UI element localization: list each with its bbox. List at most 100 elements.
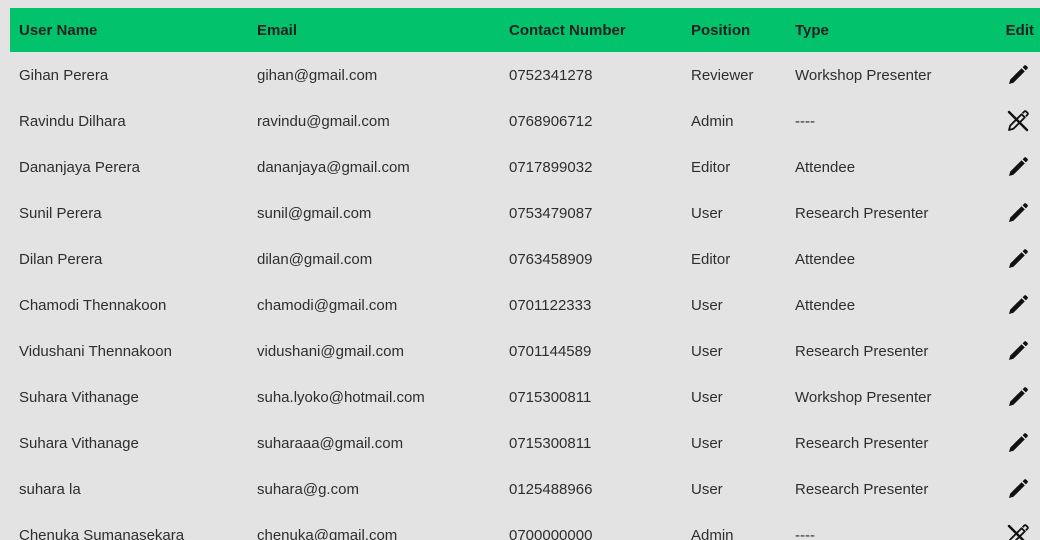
email-cell: chamodi@gmail.com <box>257 296 398 314</box>
edit-cell <box>992 236 1040 282</box>
email-cell: suhara@g.com <box>257 480 359 498</box>
user-name-cell: Gihan Perera <box>19 66 109 84</box>
position-cell: Admin <box>691 526 734 540</box>
position-cell: Editor <box>691 158 731 176</box>
position-cell: Editor <box>691 250 731 268</box>
users-page: User Name Email Contact Number Position … <box>0 0 1040 540</box>
edit-button[interactable] <box>1006 523 1030 540</box>
column-header-email: Email <box>257 21 298 39</box>
pencil-off-icon <box>1006 109 1030 133</box>
table-row: Vidushani Thennakoon vidushani@gmail.com 0… <box>10 328 1040 374</box>
table-row: Dilan Perera dilan@gmail.com 0763458909 Edi… <box>10 236 1040 282</box>
contact-number-cell: 0768906712 <box>509 112 593 130</box>
position-cell: User <box>691 296 723 314</box>
pencil-icon <box>1006 385 1030 409</box>
column-header-user-name: User Name <box>19 21 98 39</box>
table-row: suhara la suhara@g.com 0125488966 User Resea… <box>10 466 1040 512</box>
user-name-cell: Ravindu Dilhara <box>19 112 126 130</box>
table-row: Dananjaya Perera dananjaya@gmail.com 07178… <box>10 144 1040 190</box>
users-table: User Name Email Contact Number Position … <box>10 8 1040 540</box>
position-cell: User <box>691 388 723 406</box>
column-header-contact-number: Contact Number <box>509 21 626 39</box>
edit-button[interactable] <box>1006 477 1030 501</box>
edit-button[interactable] <box>1006 247 1030 271</box>
position-cell: User <box>691 434 723 452</box>
edit-cell <box>992 512 1040 540</box>
table-row: Chamodi Thennakoon chamodi@gmail.com 07011… <box>10 282 1040 328</box>
pencil-icon <box>1006 63 1030 87</box>
edit-button[interactable] <box>1006 109 1030 133</box>
pencil-icon <box>1006 247 1030 271</box>
type-cell: Research Presenter <box>795 434 929 452</box>
edit-button[interactable] <box>1006 63 1030 87</box>
email-cell: vidushani@gmail.com <box>257 342 404 360</box>
user-name-cell: Dananjaya Perera <box>19 158 140 176</box>
email-cell: suha.lyoko@hotmail.com <box>257 388 425 406</box>
table-row: Gihan Perera gihan@gmail.com 0752341278 Rev… <box>10 52 1040 98</box>
user-name-cell: Dilan Perera <box>19 250 103 268</box>
pencil-icon <box>1006 293 1030 317</box>
edit-cell <box>992 98 1040 144</box>
type-cell: ---- <box>795 112 815 130</box>
user-name-cell: suhara la <box>19 480 81 498</box>
table-row: Suhara Vithanage suharaaa@gmail.com 071530… <box>10 420 1040 466</box>
pencil-icon <box>1006 431 1030 455</box>
edit-cell <box>992 466 1040 512</box>
column-header-edit: Edit <box>1005 21 1034 39</box>
type-cell: Workshop Presenter <box>795 66 932 84</box>
user-name-cell: Sunil Perera <box>19 204 102 222</box>
table-row: Suhara Vithanage suha.lyoko@hotmail.com 07… <box>10 374 1040 420</box>
user-name-cell: Vidushani Thennakoon <box>19 342 172 360</box>
table-row: Ravindu Dilhara ravindu@gmail.com 07689067… <box>10 98 1040 144</box>
edit-button[interactable] <box>1006 385 1030 409</box>
type-cell: ---- <box>795 526 815 540</box>
contact-number-cell: 0701144589 <box>509 342 592 360</box>
edit-button[interactable] <box>1006 293 1030 317</box>
contact-number-cell: 0700000000 <box>509 526 593 540</box>
pencil-icon <box>1006 339 1030 363</box>
user-name-cell: Suhara Vithanage <box>19 434 139 452</box>
type-cell: Attendee <box>795 296 856 314</box>
column-header-position: Position <box>691 21 751 39</box>
type-cell: Research Presenter <box>795 204 929 222</box>
email-cell: gihan@gmail.com <box>257 66 378 84</box>
position-cell: Admin <box>691 112 734 130</box>
email-cell: ravindu@gmail.com <box>257 112 390 130</box>
edit-button[interactable] <box>1006 155 1030 179</box>
contact-number-cell: 0715300811 <box>509 434 592 452</box>
table-header-row: User Name Email Contact Number Position … <box>10 8 1040 52</box>
edit-button[interactable] <box>1006 339 1030 363</box>
position-cell: User <box>691 342 723 360</box>
user-name-cell: Chenuka Sumanasekara <box>19 526 185 540</box>
edit-cell <box>992 190 1040 236</box>
edit-cell <box>992 374 1040 420</box>
pencil-icon <box>1006 477 1030 501</box>
edit-button[interactable] <box>1006 201 1030 225</box>
type-cell: Workshop Presenter <box>795 388 932 406</box>
pencil-off-icon <box>1006 523 1030 540</box>
contact-number-cell: 0753479087 <box>509 204 593 222</box>
contact-number-cell: 0701122333 <box>509 296 592 314</box>
edit-cell <box>992 420 1040 466</box>
edit-cell <box>992 144 1040 190</box>
contact-number-cell: 0752341278 <box>509 66 593 84</box>
position-cell: User <box>691 204 723 222</box>
column-header-type: Type <box>795 21 829 39</box>
type-cell: Attendee <box>795 158 856 176</box>
table-row: Chenuka Sumanasekara chenuka@gmail.com 070… <box>10 512 1040 540</box>
table-row: Sunil Perera sunil@gmail.com 0753479087 Use… <box>10 190 1040 236</box>
edit-button[interactable] <box>1006 431 1030 455</box>
email-cell: dananjaya@gmail.com <box>257 158 410 176</box>
table-body: Gihan Perera gihan@gmail.com 0752341278 Rev… <box>10 52 1040 540</box>
contact-number-cell: 0715300811 <box>509 388 592 406</box>
edit-cell <box>992 328 1040 374</box>
email-cell: sunil@gmail.com <box>257 204 372 222</box>
type-cell: Research Presenter <box>795 342 929 360</box>
contact-number-cell: 0763458909 <box>509 250 593 268</box>
position-cell: User <box>691 480 723 498</box>
position-cell: Reviewer <box>691 66 754 84</box>
pencil-icon <box>1006 155 1030 179</box>
contact-number-cell: 0717899032 <box>509 158 593 176</box>
email-cell: suharaaa@gmail.com <box>257 434 404 452</box>
contact-number-cell: 0125488966 <box>509 480 593 498</box>
